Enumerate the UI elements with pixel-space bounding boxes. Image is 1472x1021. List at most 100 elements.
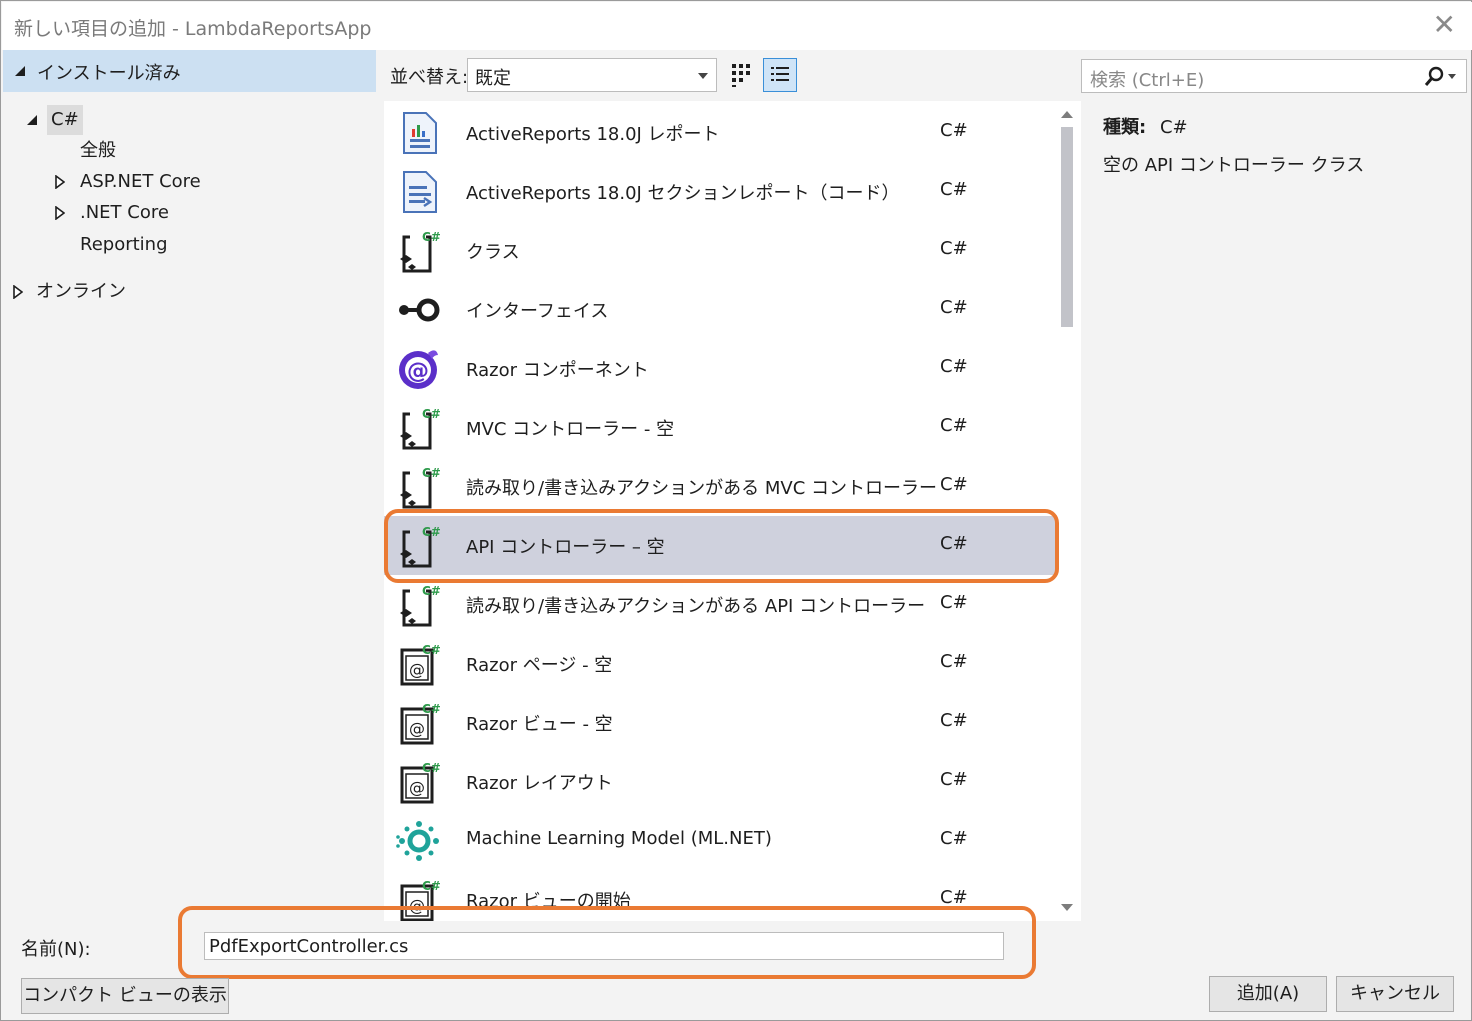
interface-icon <box>399 298 440 322</box>
section-report-icon <box>403 171 437 213</box>
chevron-down-icon <box>698 73 708 79</box>
svg-text:C#: C# <box>422 643 441 657</box>
template-item-report[interactable]: ActiveReports 18.0J レポート C# <box>384 103 1056 162</box>
template-item-razor-component[interactable]: @ Razor コンポーネント C# <box>384 339 1056 398</box>
template-name: Machine Learning Model (ML.NET) <box>466 828 772 849</box>
template-kind: 種類: C# <box>1103 113 1188 139</box>
tree-label-installed: インストール済み <box>37 63 181 84</box>
search-input[interactable]: 検索 (Ctrl+E) <box>1081 59 1467 93</box>
add-button[interactable]: 追加(A) <box>1209 976 1327 1012</box>
scroll-up-icon[interactable] <box>1061 111 1073 118</box>
svg-text:C#: C# <box>422 702 441 716</box>
template-language: C# <box>940 651 968 672</box>
expanded-arrow-icon[interactable] <box>15 66 26 77</box>
template-name: Razor ビュー - 空 <box>466 714 613 735</box>
template-item-class[interactable]: C# クラス C# <box>384 221 1056 280</box>
tree-label-aspnet-core: ASP.NET Core <box>80 171 201 192</box>
template-name: ActiveReports 18.0J レポート <box>466 124 720 145</box>
tree-label-csharp: C# <box>47 105 83 135</box>
cancel-button[interactable]: キャンセル <box>1336 976 1454 1012</box>
template-language: C# <box>940 297 968 318</box>
svg-text:C#: C# <box>422 407 441 421</box>
window-title: 新しい項目の追加 - LambdaReportsApp <box>14 18 372 40</box>
razor-component-icon: @ <box>399 350 438 389</box>
collapsed-arrow-icon[interactable] <box>13 285 23 299</box>
template-item-razor-layout[interactable]: @ C# Razor レイアウト C# <box>384 752 1056 811</box>
template-language: C# <box>940 828 968 849</box>
name-label: 名前(N): <box>21 939 91 960</box>
name-field[interactable] <box>204 932 1004 960</box>
sort-dropdown[interactable]: 既定 <box>467 58 717 92</box>
template-list-scrollbar[interactable] <box>1056 105 1078 917</box>
grid-view-icon <box>732 64 750 87</box>
tree-label-online: オンライン <box>36 281 126 302</box>
controller-icon: C# <box>400 466 441 509</box>
template-name: Razor レイアウト <box>466 773 613 794</box>
kind-value: C# <box>1159 117 1188 138</box>
template-name: Razor コンポーネント <box>466 360 649 381</box>
ml-model-icon <box>396 821 439 861</box>
template-language: C# <box>940 474 968 495</box>
scroll-down-icon[interactable] <box>1061 904 1073 911</box>
template-item-mvc-controller-rw[interactable]: C# 読み取り/書き込みアクションがある MVC コントローラー C# <box>384 457 1056 516</box>
compact-view-button[interactable]: コンパクト ビューの表示(C) <box>21 978 229 1021</box>
template-item-razor-view-empty[interactable]: @ C# Razor ビュー - 空 C# <box>384 693 1056 752</box>
tree-node-reporting[interactable]: Reporting <box>80 230 168 260</box>
template-item-ml-model[interactable]: Machine Learning Model (ML.NET) C# <box>384 811 1056 870</box>
template-language: C# <box>940 887 968 908</box>
tree-label-dotnet-core: .NET Core <box>80 202 169 223</box>
tree-label-reporting: Reporting <box>80 234 168 255</box>
template-language: C# <box>940 238 968 259</box>
template-item-api-controller-rw[interactable]: C# 読み取り/書き込みアクションがある API コントローラー C# <box>384 575 1056 634</box>
list-view-button[interactable] <box>763 58 797 92</box>
scroll-thumb[interactable] <box>1061 127 1073 327</box>
search-placeholder: 検索 (Ctrl+E) <box>1090 70 1205 91</box>
svg-text:@: @ <box>409 719 425 738</box>
sort-value: 既定 <box>475 68 511 89</box>
template-language: C# <box>940 120 968 141</box>
template-language: C# <box>940 415 968 436</box>
svg-text:@: @ <box>407 359 429 384</box>
template-name: Razor ページ - 空 <box>466 655 613 676</box>
collapsed-arrow-icon[interactable] <box>55 175 65 189</box>
svg-text:C#: C# <box>422 584 441 598</box>
template-name: 読み取り/書き込みアクションがある MVC コントローラー <box>466 478 938 499</box>
collapsed-arrow-icon[interactable] <box>55 206 65 220</box>
tree-node-general[interactable]: 全般 <box>80 136 116 166</box>
small-icons-view-button[interactable] <box>724 58 758 92</box>
search-icon[interactable] <box>1424 66 1444 88</box>
sort-label: 並べ替え: <box>390 67 469 88</box>
template-language: C# <box>940 769 968 790</box>
svg-text:@: @ <box>409 778 425 797</box>
expanded-arrow-icon[interactable] <box>27 115 38 126</box>
template-language: C# <box>940 356 968 377</box>
title-bar: 新しい項目の追加 - LambdaReportsApp ✕ <box>2 2 1472 50</box>
template-item-interface[interactable]: インターフェイス C# <box>384 280 1056 339</box>
controller-icon: C# <box>400 407 441 450</box>
svg-text:C#: C# <box>422 879 441 893</box>
razor-page-icon: @ C# <box>400 702 441 745</box>
tree-node-installed[interactable]: インストール済み <box>3 50 376 92</box>
template-item-section-report[interactable]: ActiveReports 18.0J セクションレポート（コード） C# <box>384 162 1056 221</box>
kind-label: 種類: <box>1103 117 1147 138</box>
template-name: 読み取り/書き込みアクションがある API コントローラー <box>466 596 926 617</box>
template-item-mvc-controller-empty[interactable]: C# MVC コントローラー - 空 C# <box>384 398 1056 457</box>
close-icon[interactable]: ✕ <box>1433 10 1456 40</box>
template-name: ActiveReports 18.0J セクションレポート（コード） <box>466 183 900 204</box>
add-new-item-dialog: 新しい項目の追加 - LambdaReportsApp ✕ インストール済み C… <box>0 0 1472 1021</box>
svg-text:C#: C# <box>422 230 441 244</box>
razor-page-icon: @ C# <box>400 643 441 686</box>
search-options-chevron-icon[interactable] <box>1448 74 1456 79</box>
template-language: C# <box>940 592 968 613</box>
template-name: MVC コントローラー - 空 <box>466 419 675 440</box>
template-description: 空の API コントローラー クラス <box>1103 155 1365 176</box>
controller-icon: C# <box>400 584 441 627</box>
template-name: クラス <box>466 242 520 263</box>
template-name: インターフェイス <box>466 301 609 322</box>
template-language: C# <box>940 179 968 200</box>
template-details: 種類: C# 空の API コントローラー クラス <box>1083 101 1468 921</box>
class-icon: C# <box>400 230 441 273</box>
tree-label-general: 全般 <box>80 140 116 161</box>
template-language: C# <box>940 710 968 731</box>
template-item-razor-page-empty[interactable]: @ C# Razor ページ - 空 C# <box>384 634 1056 693</box>
